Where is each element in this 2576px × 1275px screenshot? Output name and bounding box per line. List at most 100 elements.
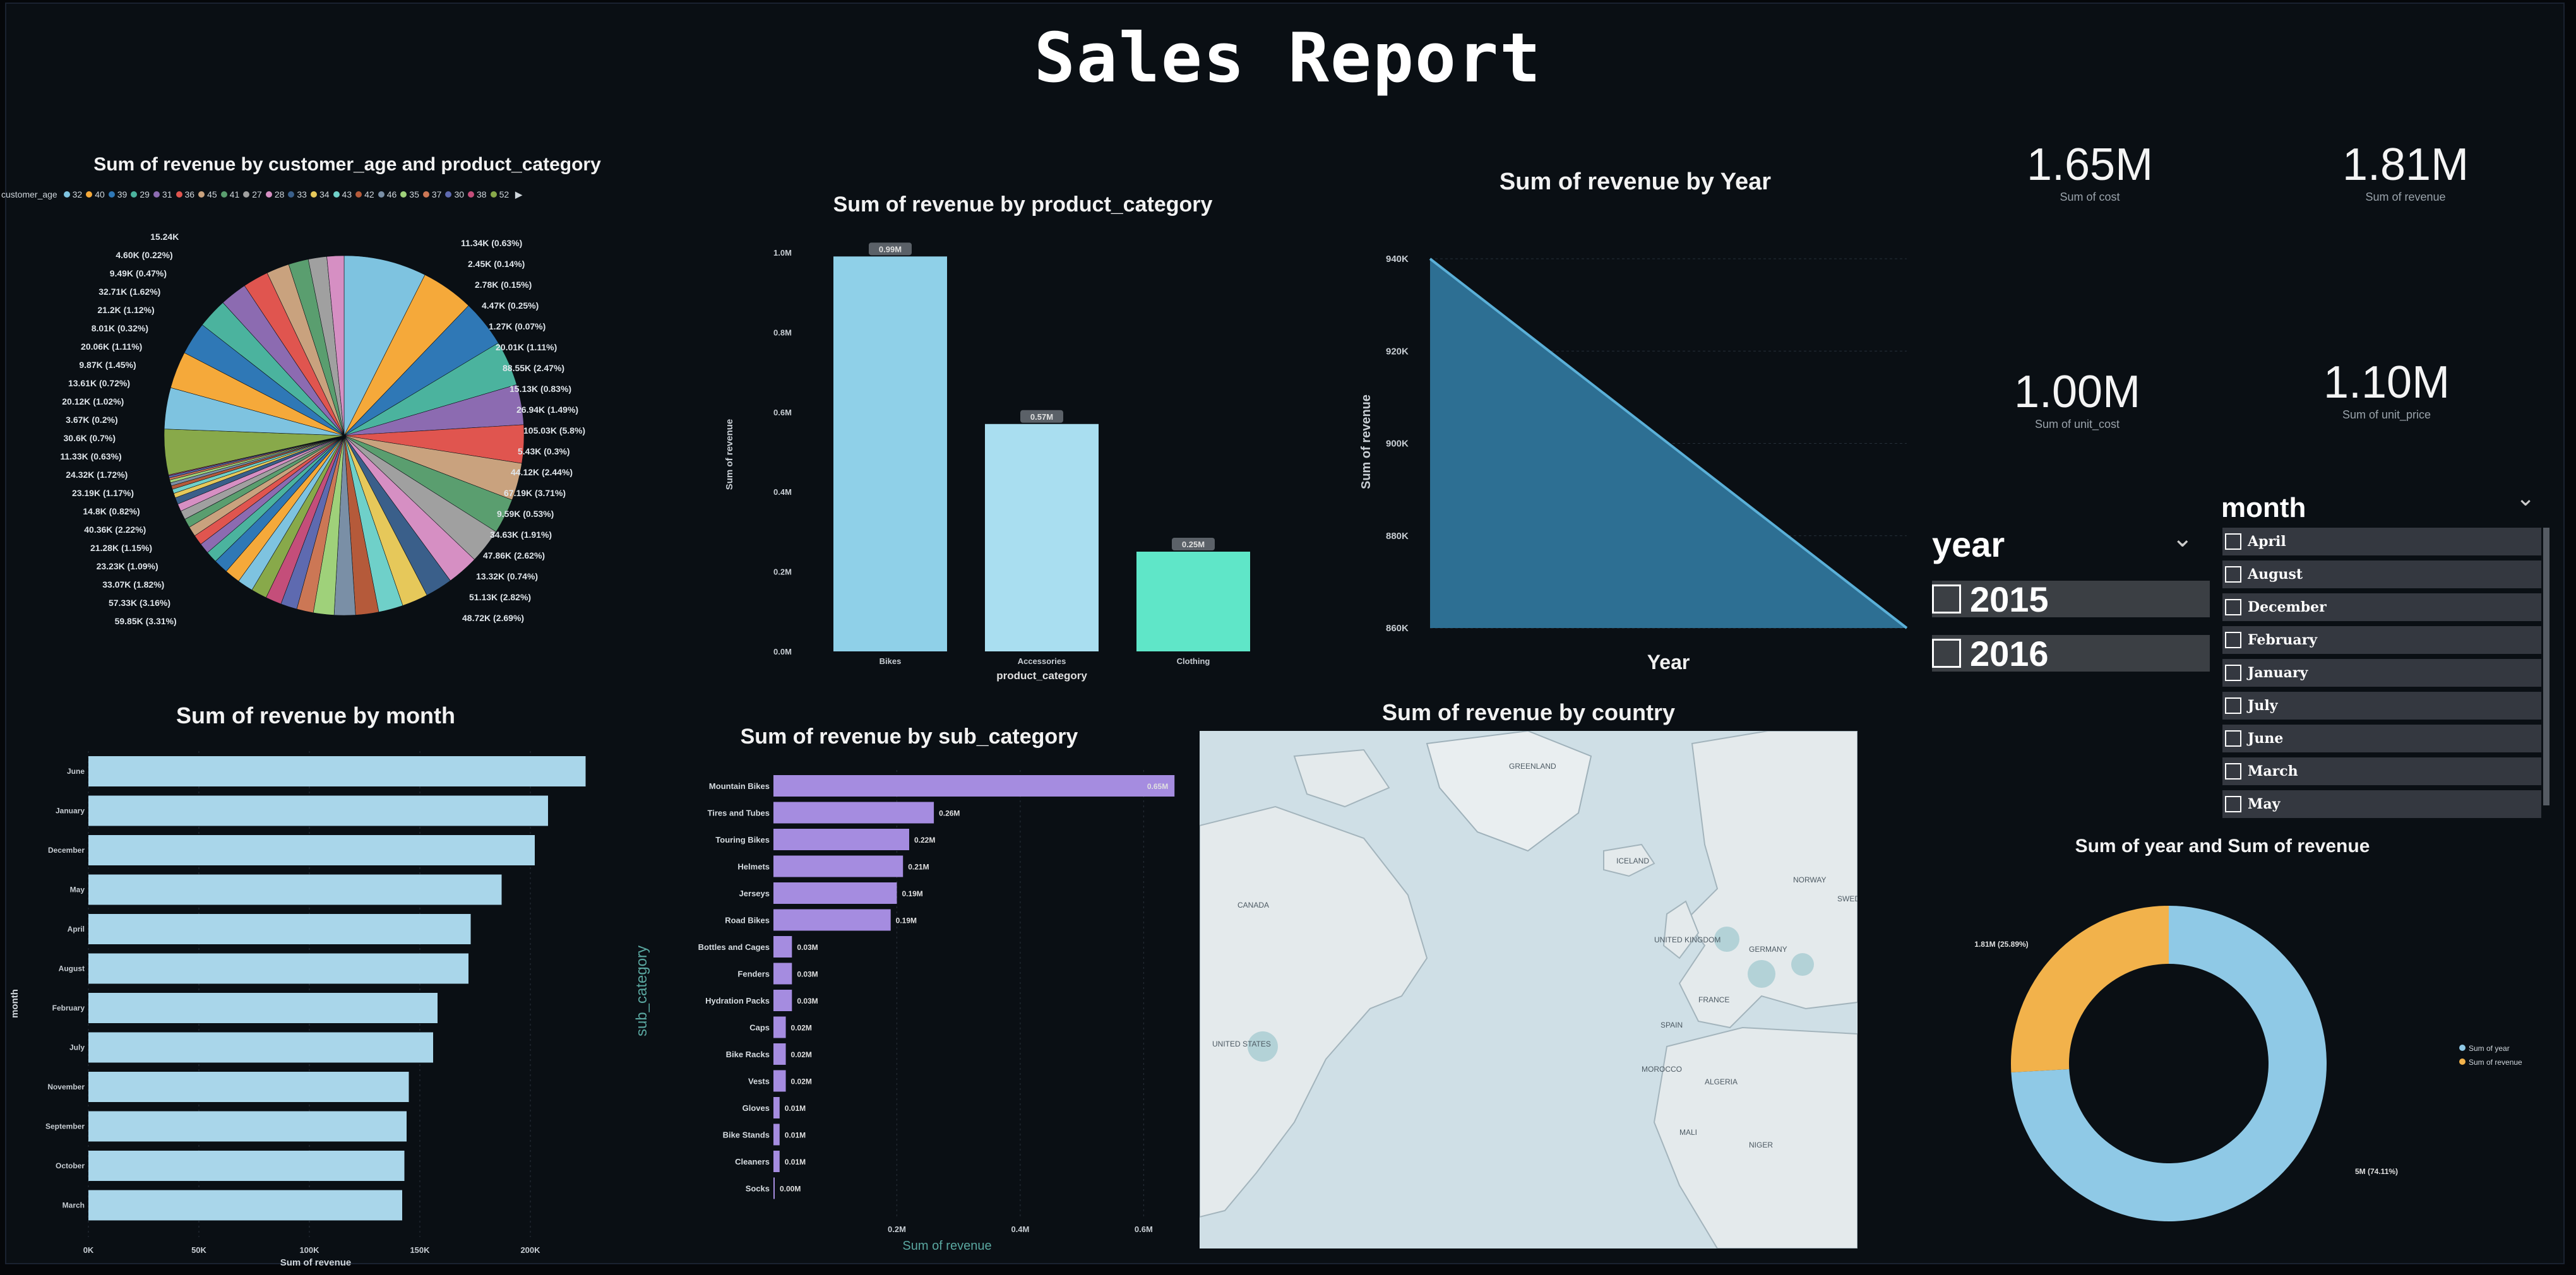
month-option[interactable]: March [2222,757,2541,785]
checkbox-icon[interactable] [2225,599,2241,615]
card-revenue-label: Sum of revenue [2365,191,2446,203]
pie-legend-item[interactable]: 36 [176,189,194,199]
month-option-label: January [2248,665,2308,681]
checkbox-icon[interactable] [1932,639,1961,668]
subcategory-bar-chart: Sum of revenue by sub_category 0.2M 0.4M 0.… [633,725,1175,1253]
pie-legend-item[interactable]: 39 [108,189,127,199]
year-option-2015[interactable]: 2015 [1932,579,2210,619]
pie-legend-item[interactable]: 41 [220,189,239,199]
month-option[interactable]: December [2222,593,2541,621]
pie-legend-item[interactable]: 28 [265,189,284,199]
bar[interactable] [88,993,438,1023]
month-slicer-title: month [2221,492,2306,523]
bar[interactable] [773,1124,780,1146]
category-bar-chart: Sum of revenue by product_category 0.0M 0.… [724,193,1250,682]
pie-legend-item[interactable]: 43 [333,189,352,199]
month-option[interactable]: May [2222,790,2541,818]
bar[interactable] [88,1072,409,1102]
pie-legend-item[interactable]: 40 [86,189,105,199]
bar[interactable] [773,882,897,904]
month-option[interactable]: April [2222,528,2541,555]
bar[interactable] [773,775,1175,797]
pie-legend-item[interactable]: 27 [243,189,262,199]
pie-data-label: 5.43K (0.3%) [518,446,569,456]
month-bar-chart: Sum of revenue by month 0K 50K 100K 150K 200K… [9,703,586,1268]
month-option[interactable]: July [2222,692,2541,720]
pie-legend-item[interactable]: 46 [378,189,397,199]
bar[interactable] [773,855,903,877]
bar[interactable] [773,802,934,824]
bar[interactable] [773,909,891,931]
pie-data-label: 4.47K (0.25%) [482,300,539,311]
bar[interactable] [773,1043,786,1065]
bar[interactable] [1136,552,1250,651]
pie-legend-item[interactable]: 35 [400,189,419,199]
pie-legend-item[interactable]: 42 [355,189,374,199]
pie-legend-item[interactable]: 32 [63,189,82,199]
month-option[interactable]: February [2222,626,2541,654]
bar[interactable] [88,795,548,826]
map-place-label: GREENLAND [1509,762,1556,771]
pie-legend-item[interactable]: 31 [153,189,172,199]
bar[interactable] [88,756,586,786]
legend-next-icon[interactable]: ▶ [515,189,522,199]
pie-legend-item[interactable]: 52 [490,189,509,199]
y-tick-label: December [48,846,85,855]
legend-dot-icon [108,191,115,198]
pie-legend-item[interactable]: 29 [131,189,150,199]
bar[interactable] [773,1177,775,1199]
checkbox-icon[interactable] [2225,796,2241,812]
map-place-label: UNITED STATES [1212,1040,1271,1048]
pie-legend-text: 45 [207,189,217,199]
pie-legend-item[interactable]: 34 [310,189,330,199]
bar[interactable] [88,914,471,944]
month-option[interactable]: January [2222,659,2541,687]
bar[interactable] [773,1016,786,1038]
x-tick-label: Bikes [880,656,902,666]
bar[interactable] [773,936,792,958]
pie-legend-item[interactable]: 30 [445,189,464,199]
bar[interactable] [88,1190,402,1221]
pie-data-label: 23.19K (1.17%) [72,488,134,498]
data-label: 0.57M [1030,412,1053,422]
checkbox-icon[interactable] [2225,665,2241,681]
legend-label: Sum of revenue [2469,1058,2522,1067]
checkbox-icon[interactable] [2225,533,2241,550]
bar[interactable] [773,1070,786,1092]
bar[interactable] [773,990,792,1011]
checkbox-icon[interactable] [1932,584,1961,614]
year-option-2016[interactable]: 2016 [1932,634,2210,673]
donut-slice[interactable] [2011,906,2169,1072]
bar[interactable] [985,424,1099,651]
checkbox-icon[interactable] [2225,730,2241,747]
checkbox-icon[interactable] [2225,763,2241,780]
bar[interactable] [88,835,535,865]
landmass-uk [1662,900,1700,959]
checkbox-icon[interactable] [2225,697,2241,714]
month-slicer-chevron-icon[interactable]: ⌄ [2516,485,2535,511]
checkbox-icon[interactable] [2225,566,2241,583]
bar[interactable] [88,1111,407,1142]
bar[interactable] [773,1097,780,1118]
bar[interactable] [88,1151,405,1181]
bar[interactable] [88,874,502,905]
landmass-greenland [1426,731,1592,852]
y-tick-label: 0.2M [773,567,792,577]
month-option[interactable]: June [2222,725,2541,752]
bar[interactable] [833,256,947,651]
pie-legend-item[interactable]: 37 [422,189,441,199]
y-tick-label: 860K [1386,623,1409,634]
month-scrollbar[interactable] [2543,528,2549,805]
pie-legend-item[interactable]: 33 [288,189,307,199]
pie-legend-item[interactable]: 45 [198,189,217,199]
checkbox-icon[interactable] [2225,632,2241,648]
country-map[interactable]: GREENLAND CANADA UNITED STATES ICELAND NORWA… [1200,731,1857,1248]
bar[interactable] [88,953,468,984]
year-slicer-chevron-icon[interactable]: ⌄ [2172,524,2193,553]
pie-legend-item[interactable]: 38 [468,189,487,199]
bar[interactable] [88,1032,433,1063]
bar[interactable] [773,963,792,985]
bar[interactable] [773,1151,780,1172]
bar[interactable] [773,829,909,850]
month-option[interactable]: August [2222,560,2541,588]
